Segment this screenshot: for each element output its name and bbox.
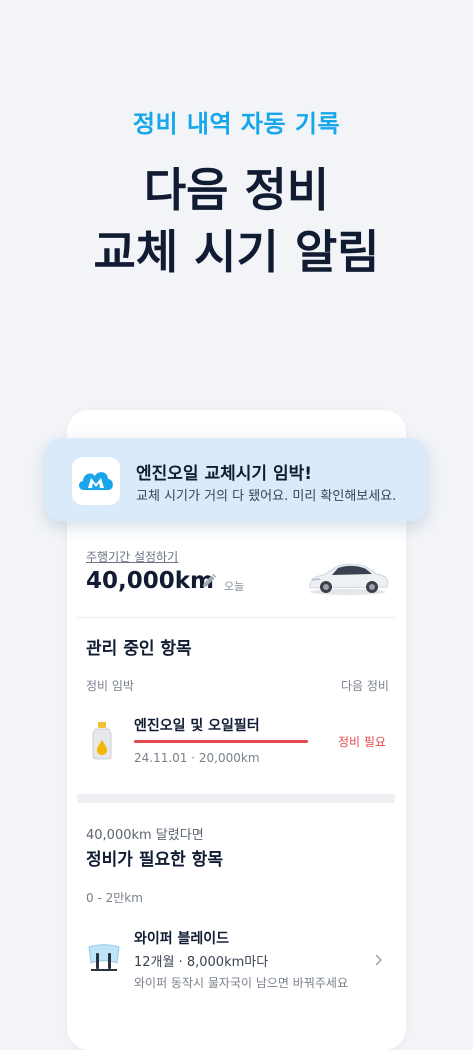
- item-progress-bar: [134, 740, 308, 743]
- odometer-value: 40,000km: [86, 568, 215, 594]
- needed-items-title: 정비가 필요한 항목: [86, 850, 223, 870]
- hero-headline-line2: 교체 시기 알림: [93, 225, 380, 279]
- item-progress-fill: [134, 740, 308, 743]
- notification-body: 교체 시기가 거의 다 됐어요. 미리 확인해보세요.: [136, 489, 397, 504]
- col-label-next: 다음 정비: [341, 679, 389, 693]
- section-separator: [77, 794, 395, 803]
- odometer-date-label: 오늘: [224, 580, 245, 593]
- managed-items-title: 관리 중인 항목: [86, 639, 192, 659]
- chevron-right-icon[interactable]: [372, 952, 384, 966]
- item-interval: 12개월 · 8,000km마다: [134, 955, 269, 970]
- item-name-wiper[interactable]: 와이퍼 블레이드: [134, 928, 229, 948]
- item-description: 와이퍼 동작시 물자국이 남으면 바꿔주세요: [134, 976, 348, 990]
- needed-caption: 40,000km 달렸다면: [86, 828, 204, 843]
- item-status-badge: 정비 필요: [338, 735, 386, 749]
- mileage-range-label: 0 - 2만km: [86, 891, 143, 905]
- item-name-engine-oil[interactable]: 엔진오일 및 오일필터: [134, 715, 260, 735]
- hero-headline-line1: 다음 정비: [143, 163, 330, 217]
- car-image: [306, 555, 390, 597]
- mileage-setting-link[interactable]: 주행기간 설정하기: [86, 548, 178, 565]
- push-notification[interactable]: 엔진오일 교체시기 임박! 교체 시기가 거의 다 됐어요. 미리 확인해보세요…: [45, 438, 427, 521]
- wiper-icon: [87, 943, 121, 977]
- oil-bottle-icon: [88, 722, 116, 764]
- divider: [77, 617, 395, 618]
- pencil-icon[interactable]: [200, 572, 218, 590]
- notification-title: 엔진오일 교체시기 임박!: [136, 464, 312, 484]
- item-meta: 24.11.01 · 20,000km: [134, 751, 260, 765]
- col-label-imminent: 정비 임박: [86, 679, 134, 693]
- hero-subtitle: 정비 내역 자동 기록: [132, 110, 341, 138]
- car-cloud-app-icon: [72, 457, 120, 505]
